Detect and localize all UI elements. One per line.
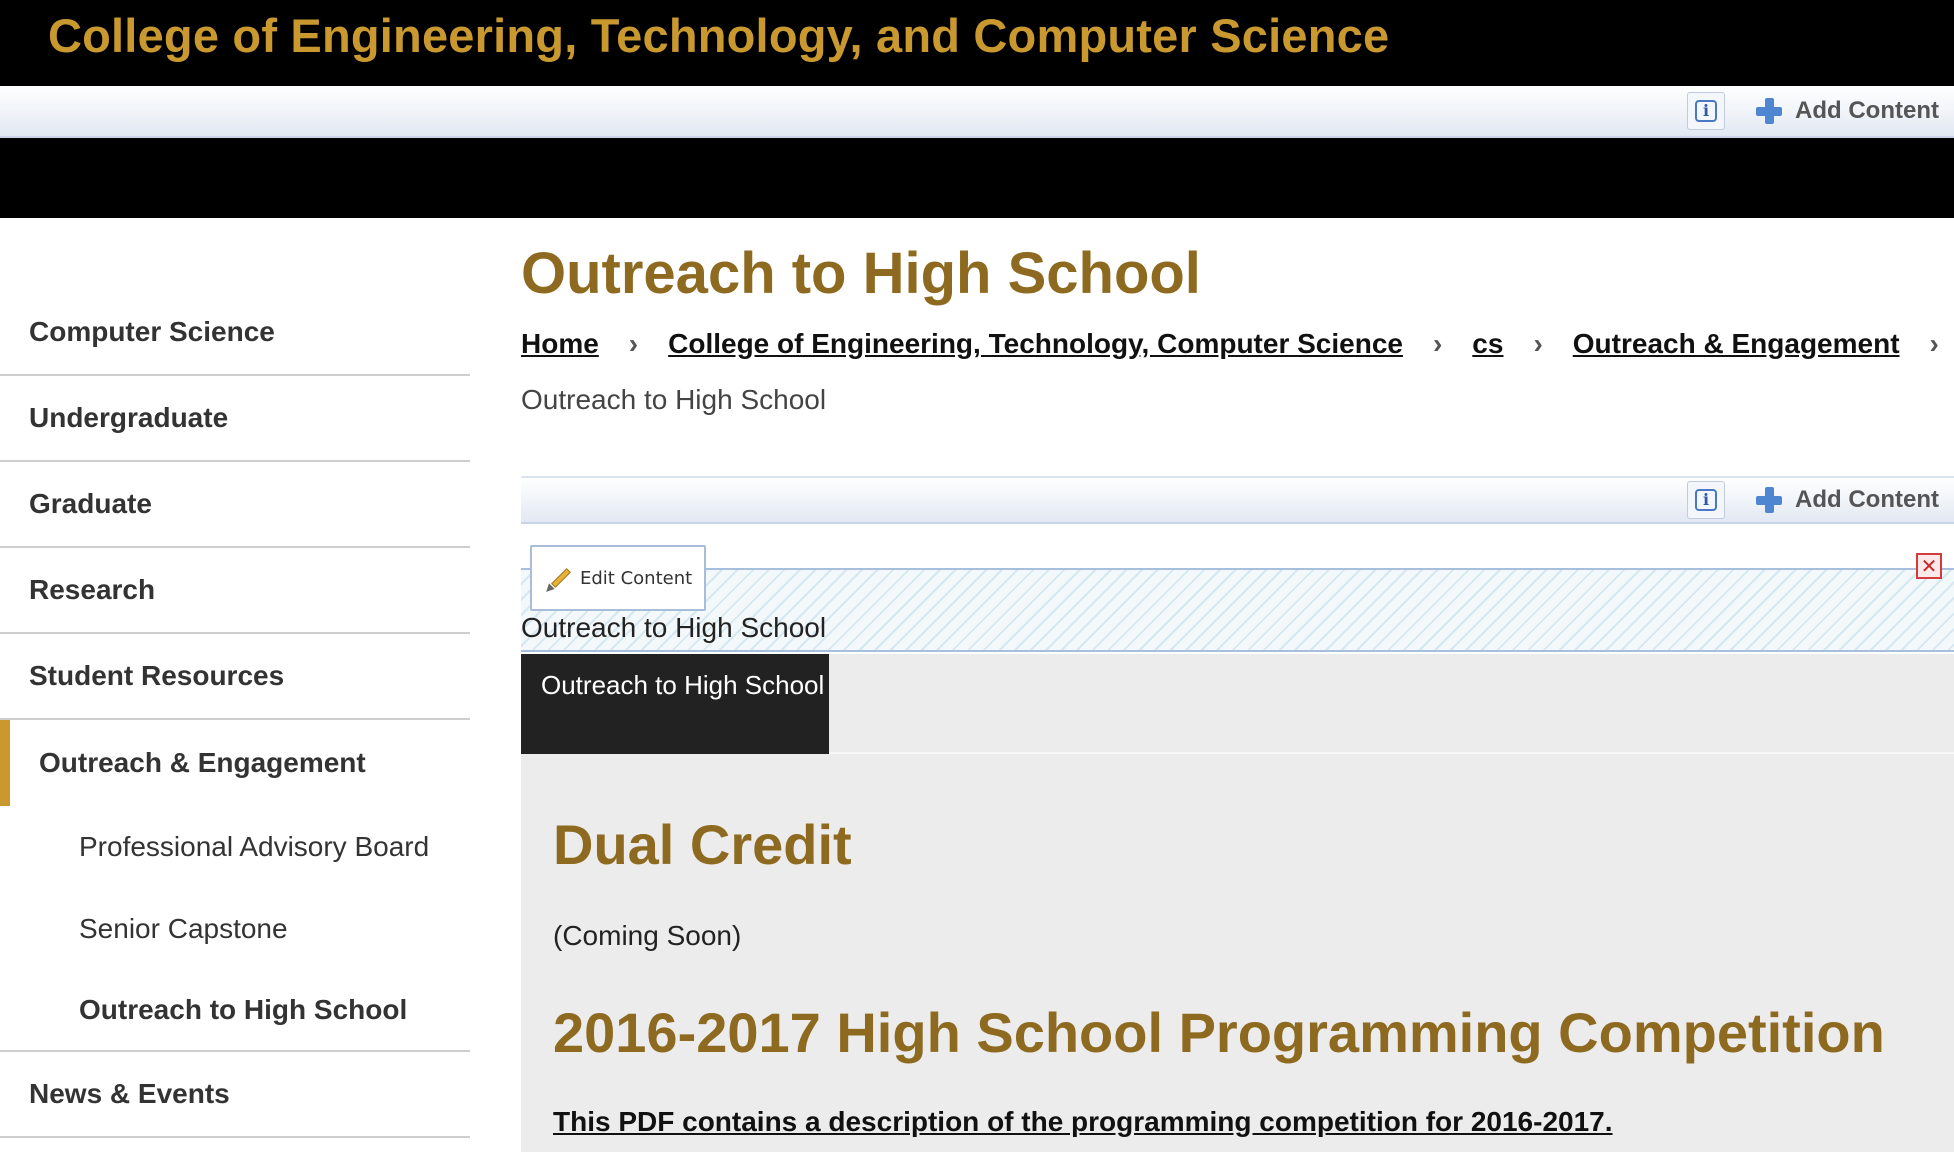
breadcrumb-college[interactable]: College of Engineering, Technology, Comp… (668, 328, 1403, 359)
admin-toolbar: i Add Content (0, 86, 1954, 138)
sidebar-subitem-outreach-high-school[interactable]: Outreach to High School (0, 970, 470, 1052)
nav-band (0, 138, 1954, 218)
breadcrumb-separator: › (628, 328, 639, 359)
sidebar-subitem-professional-advisory-board[interactable]: Professional Advisory Board (0, 806, 470, 888)
breadcrumb-separator: › (1929, 328, 1939, 359)
plus-icon (1755, 97, 1783, 125)
info-icon: i (1695, 100, 1717, 122)
breadcrumb-outreach[interactable]: Outreach & Engagement (1573, 328, 1900, 359)
close-icon[interactable]: ✕ (1916, 553, 1942, 579)
sidebar-item-graduate[interactable]: Graduate (0, 462, 470, 548)
add-content-label: Add Content (1795, 486, 1939, 513)
page-title: Outreach to High School (521, 241, 1201, 306)
sidebar-item-computer-science[interactable]: Computer Science (0, 290, 470, 376)
edit-content-button[interactable]: Edit Content (530, 545, 706, 611)
breadcrumb-separator: › (1432, 328, 1443, 359)
sidebar-item-undergraduate[interactable]: Undergraduate (0, 376, 470, 462)
breadcrumb-home[interactable]: Home (521, 328, 599, 359)
add-content-label: Add Content (1795, 97, 1939, 124)
site-title[interactable]: College of Engineering, Technology, and … (48, 6, 1389, 66)
content-admin-toolbar: i Add Content (521, 476, 1954, 524)
add-content-button[interactable]: Add Content (1755, 480, 1939, 520)
site-header: College of Engineering, Technology, and … (0, 0, 1954, 86)
competition-pdf-link[interactable]: This PDF contains a description of the p… (553, 1106, 1613, 1138)
sidebar-item-outreach-engagement[interactable]: Outreach & Engagement (0, 720, 470, 806)
add-content-button[interactable]: Add Content (1755, 91, 1939, 131)
breadcrumb-separator: › (1533, 328, 1543, 359)
sidebar-subitem-senior-capstone[interactable]: Senior Capstone (0, 888, 470, 970)
competition-heading: 2016-2017 High School Programming Compet… (553, 1001, 1885, 1064)
sidebar-item-research[interactable]: Research (0, 548, 470, 634)
tab-outreach-high-school[interactable]: Outreach to High School (521, 654, 829, 754)
editable-region-title: Outreach to High School (521, 612, 827, 643)
sidebar-item-student-resources[interactable]: Student Resources (0, 634, 470, 720)
pencil-icon (543, 564, 572, 595)
info-button[interactable]: i (1687, 481, 1725, 519)
dual-credit-heading: Dual Credit (553, 813, 852, 876)
info-icon: i (1695, 489, 1717, 511)
edit-content-label: Edit Content (580, 567, 693, 589)
plus-icon (1755, 486, 1783, 514)
breadcrumb: Home › College of Engineering, Technology,… (521, 322, 1941, 366)
sidebar-item-news-events[interactable]: News & Events (0, 1052, 470, 1138)
info-button[interactable]: i (1687, 92, 1725, 130)
breadcrumb-current: Outreach to High School (521, 384, 827, 415)
breadcrumb-cs[interactable]: cs (1472, 328, 1503, 359)
sidebar-nav: Computer Science Undergraduate Graduate … (0, 290, 470, 1138)
dual-credit-text: (Coming Soon) (553, 920, 742, 951)
